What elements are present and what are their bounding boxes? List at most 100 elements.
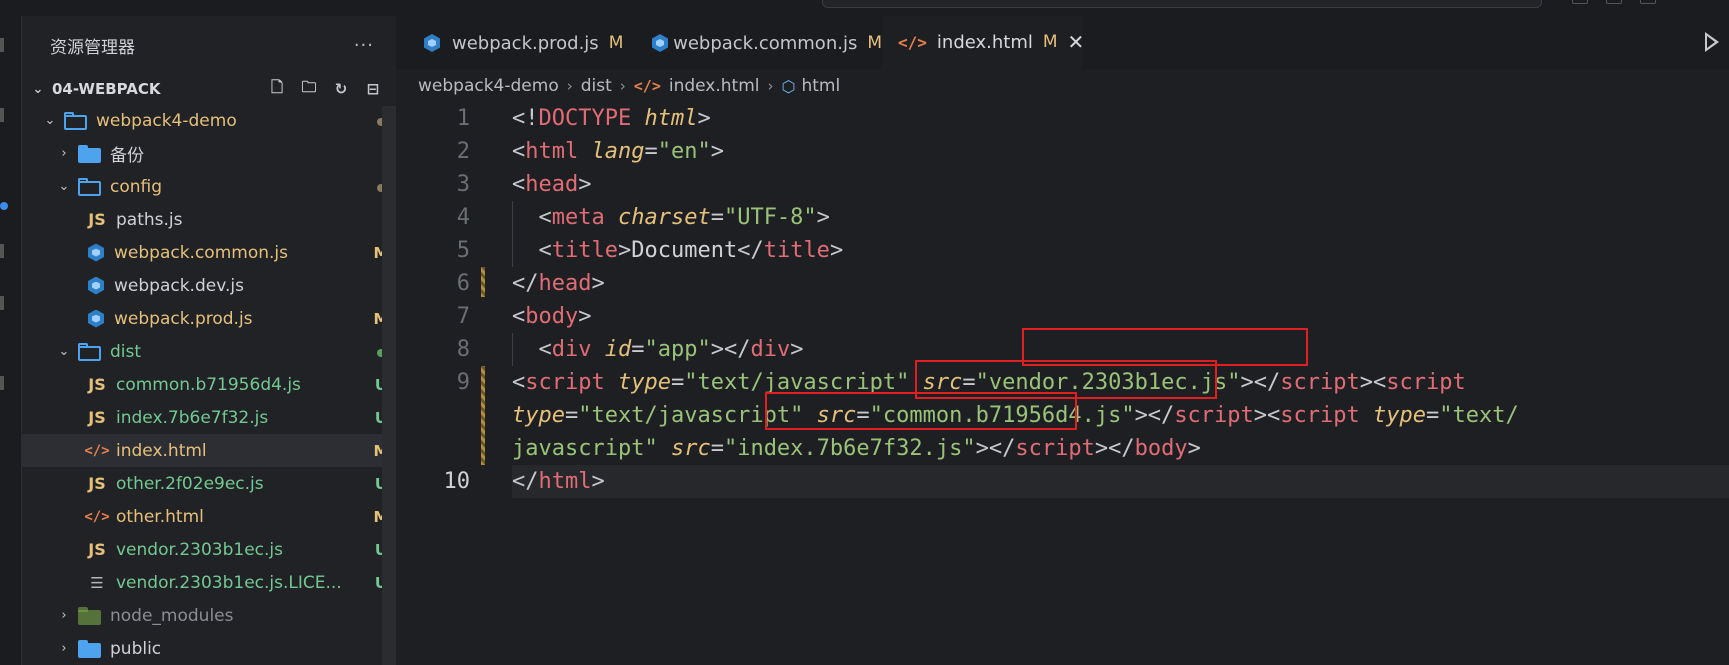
breadcrumb: webpack4-demo › dist › </> index.html › …: [396, 70, 1729, 102]
sidebar-scrollbar[interactable]: [382, 106, 396, 665]
tree-item[interactable]: webpack.common.js M: [22, 236, 396, 269]
js-file-icon: JS: [88, 210, 106, 229]
more-actions-icon[interactable]: ···: [354, 35, 374, 56]
activity-bar: [0, 16, 22, 665]
chevron-right-icon[interactable]: ›: [56, 146, 72, 161]
chevron-down-icon[interactable]: ⌄: [30, 82, 46, 97]
tree-item-label: index.7b6e7f32.js: [116, 407, 269, 428]
tree-item[interactable]: JS index.7b6e7f32.js U: [22, 401, 396, 434]
tab-label: index.html: [936, 31, 1033, 53]
modified-badge: M: [867, 33, 882, 53]
tree-item[interactable]: </> other.html M: [22, 500, 396, 533]
tree-item-label: 备份: [110, 146, 144, 166]
tree-item[interactable]: ☰ vendor.2303b1ec.js.LICE... U: [22, 566, 396, 599]
chevron-right-icon[interactable]: ›: [56, 641, 72, 656]
line-number: [396, 399, 474, 432]
explorer-header: 资源管理器 ···: [22, 16, 396, 74]
line-number: 6: [456, 271, 470, 296]
close-icon[interactable]: ✕: [1068, 30, 1085, 54]
folder-icon: [64, 111, 88, 130]
activity-remote-icon[interactable]: [0, 376, 4, 390]
tree-item[interactable]: ⌄ dist: [22, 335, 396, 368]
line-number: [396, 432, 474, 465]
webpack-icon: [86, 309, 106, 329]
command-center[interactable]: [822, 0, 1542, 8]
editor-tabs: webpack.prod.js M webpack.common.js M </…: [396, 16, 1729, 70]
title-bar: [0, 0, 1729, 16]
activity-extensions-icon[interactable]: [0, 296, 4, 310]
line-number: 2: [456, 139, 470, 164]
js-file-icon: JS: [88, 474, 106, 493]
line-number-gutter: 1 2 3 4 5 6 7 8 9 10: [396, 102, 474, 498]
tree-item[interactable]: webpack.prod.js M: [22, 302, 396, 335]
tree-item-label: vendor.2303b1ec.js: [116, 539, 283, 560]
chevron-down-icon[interactable]: ⌄: [56, 179, 72, 194]
tree-item-label: dist: [110, 341, 142, 362]
activity-explorer-icon[interactable]: [0, 38, 4, 52]
chevron-right-icon: ›: [767, 77, 774, 95]
html-file-icon: </>: [898, 32, 927, 52]
tree-item[interactable]: JS vendor.2303b1ec.js U: [22, 533, 396, 566]
gutter-change-indicator: [481, 366, 485, 465]
layout-toggle-icon[interactable]: [1606, 0, 1622, 4]
code-line: <!DOCTYPE html>: [512, 106, 711, 131]
breadcrumb-item[interactable]: dist: [581, 76, 612, 96]
refresh-icon[interactable]: ↻: [332, 80, 350, 98]
breadcrumb-item[interactable]: html: [801, 76, 840, 96]
tab-index-html[interactable]: </> index.html M ✕: [882, 16, 1085, 70]
breadcrumb-item[interactable]: webpack4-demo: [418, 76, 559, 96]
tab-webpack-common[interactable]: webpack.common.js M: [626, 16, 882, 70]
tree-item-label: paths.js: [116, 209, 183, 230]
js-file-icon: JS: [88, 408, 106, 427]
layout-toggle-icon[interactable]: [1640, 0, 1656, 4]
folder-icon: [78, 144, 102, 163]
tree-item[interactable]: JS paths.js: [22, 203, 396, 236]
tree-item[interactable]: › 备份: [22, 137, 396, 170]
tree-item[interactable]: ⌄ webpack4-demo: [22, 104, 396, 137]
code-line: <head>: [512, 172, 592, 197]
new-folder-icon[interactable]: 🗀: [300, 78, 318, 98]
gutter-change-indicator: [481, 267, 485, 297]
tree-item[interactable]: JS other.2f02e9ec.js U: [22, 467, 396, 500]
run-icon[interactable]: [1705, 32, 1719, 52]
js-file-icon: JS: [88, 540, 106, 559]
breadcrumb-item[interactable]: index.html: [669, 76, 760, 96]
tab-webpack-prod[interactable]: webpack.prod.js M: [396, 16, 626, 70]
tree-item[interactable]: ⌄ config: [22, 170, 396, 203]
tree-item[interactable]: › public: [22, 632, 396, 665]
workspace-name: 04-WEBPACK: [52, 80, 161, 98]
tree-item-label: vendor.2303b1ec.js.LICE...: [116, 572, 342, 593]
tree-item-label: public: [110, 638, 162, 659]
modified-badge: M: [1042, 32, 1058, 52]
activity-badge-icon[interactable]: [0, 202, 8, 210]
folder-icon: [78, 639, 102, 658]
activity-run-icon[interactable]: [0, 244, 4, 258]
tree-item[interactable]: </> index.html M: [22, 434, 396, 467]
code-line: <title>Document</title>: [538, 238, 844, 263]
tree-item-label: index.html: [116, 440, 207, 461]
layout-toggle-icon[interactable]: [1572, 0, 1588, 4]
tree-item[interactable]: webpack.dev.js: [22, 269, 396, 302]
code-line: type="text/javascript" src="common.b7195…: [512, 403, 1519, 428]
tree-item[interactable]: JS common.b71956d4.js U: [22, 368, 396, 401]
line-number: 7: [456, 304, 470, 329]
html-file-icon: </>: [84, 442, 110, 459]
activity-search-icon[interactable]: [0, 108, 4, 122]
explorer-sidebar: 资源管理器 ··· ⌄ 04-WEBPACK 🗋 🗀 ↻ ⊟ ⌄ webpack4…: [22, 16, 396, 665]
chevron-down-icon[interactable]: ⌄: [56, 344, 72, 359]
chevron-right-icon: ›: [566, 77, 573, 95]
tab-label: webpack.common.js: [673, 32, 858, 54]
code-line-current: </html>: [512, 465, 1729, 498]
code-line: </head>: [512, 271, 605, 296]
new-file-icon[interactable]: 🗋: [268, 78, 286, 98]
chevron-down-icon[interactable]: ⌄: [42, 113, 58, 128]
explorer-title: 资源管理器: [50, 37, 135, 58]
html-file-icon: </>: [633, 77, 661, 95]
collapse-all-icon[interactable]: ⊟: [364, 80, 382, 98]
tree-item[interactable]: › node_modules: [22, 599, 396, 632]
code-line: <meta charset="UTF-8">: [538, 205, 830, 230]
tree-item-label: other.2f02e9ec.js: [116, 473, 264, 494]
workspace-section[interactable]: ⌄ 04-WEBPACK 🗋 🗀 ↻ ⊟: [22, 74, 396, 104]
chevron-right-icon[interactable]: ›: [56, 608, 72, 623]
webpack-icon: [86, 276, 106, 296]
